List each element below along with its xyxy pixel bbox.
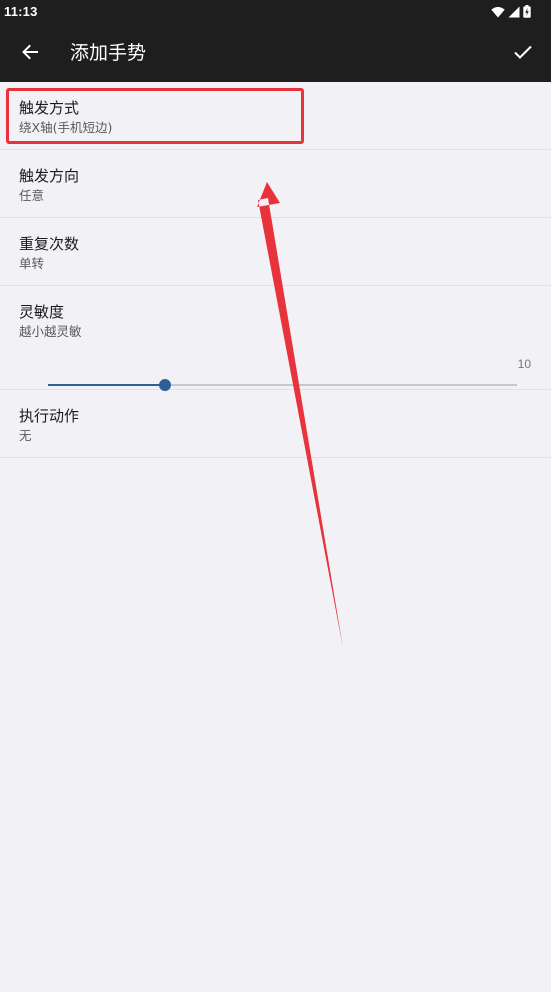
cell-signal-icon xyxy=(508,6,520,17)
battery-icon xyxy=(523,5,531,18)
pref-title: 灵敏度 xyxy=(19,303,65,321)
check-icon xyxy=(514,45,532,59)
pref-trigger-direction[interactable]: 触发方向 任意 xyxy=(0,150,551,218)
page-title: 添加手势 xyxy=(70,42,147,64)
pref-summary: 越小越灵敏 xyxy=(19,324,82,339)
slider-value: 10 xyxy=(517,357,531,371)
back-button[interactable] xyxy=(12,34,48,70)
wifi-icon xyxy=(491,6,505,17)
pref-summary: 无 xyxy=(19,428,32,443)
pref-sensitivity: 灵敏度 越小越灵敏 10 xyxy=(0,286,551,391)
slider-fill xyxy=(48,384,165,386)
pref-trigger-mode[interactable]: 触发方式 绕X轴(手机短边) xyxy=(0,82,551,150)
pref-title: 执行动作 xyxy=(19,407,80,425)
settings-list: 触发方式 绕X轴(手机短边) 触发方向 任意 重复次数 单转 灵敏度 越小越灵敏… xyxy=(0,82,551,458)
pref-summary: 任意 xyxy=(19,188,45,203)
pref-title: 重复次数 xyxy=(19,235,80,253)
confirm-button[interactable] xyxy=(505,34,541,70)
pref-summary: 单转 xyxy=(19,256,45,271)
pref-action[interactable]: 执行动作 无 xyxy=(0,390,551,458)
pref-title: 触发方向 xyxy=(19,167,80,185)
app-bar: 添加手势 xyxy=(0,24,551,82)
status-bar: 11:13 xyxy=(0,0,551,24)
status-time: 11:13 xyxy=(4,4,38,19)
pref-repeat-count[interactable]: 重复次数 单转 xyxy=(0,218,551,286)
arrow-back-icon xyxy=(22,44,38,60)
annotation-highlight-box xyxy=(6,88,304,144)
status-icons xyxy=(491,5,531,18)
